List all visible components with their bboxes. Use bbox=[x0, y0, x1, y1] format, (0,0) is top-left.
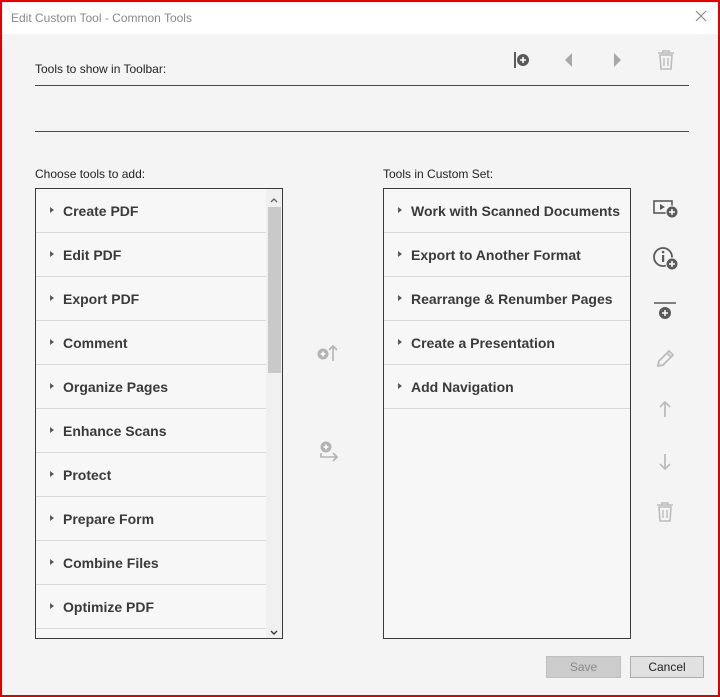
add-separator-icon[interactable] bbox=[512, 50, 532, 70]
trash-icon[interactable] bbox=[654, 500, 676, 524]
list-item[interactable]: Optimize PDF bbox=[36, 585, 266, 629]
expand-arrow-icon bbox=[50, 603, 54, 609]
move-left-icon[interactable] bbox=[562, 51, 576, 69]
list-item[interactable]: Enhance Scans bbox=[36, 409, 266, 453]
move-up-icon[interactable] bbox=[657, 399, 673, 419]
pencil-icon[interactable] bbox=[654, 348, 676, 370]
add-to-custom-set-icon[interactable] bbox=[317, 440, 341, 464]
vertical-scrollbar[interactable] bbox=[266, 189, 282, 638]
list-item[interactable]: Add Navigation bbox=[384, 365, 630, 409]
toolbar-section-label: Tools to show in Toolbar: bbox=[35, 62, 167, 76]
save-button[interactable]: Save bbox=[546, 656, 621, 678]
expand-arrow-icon bbox=[50, 295, 54, 301]
scroll-down-icon[interactable] bbox=[269, 624, 279, 635]
toolbar-drop-area[interactable] bbox=[35, 85, 689, 132]
list-item[interactable]: Work with Scanned Documents bbox=[384, 189, 630, 233]
expand-arrow-icon bbox=[50, 207, 54, 213]
expand-arrow-icon bbox=[50, 339, 54, 345]
custom-set-label: Tools in Custom Set: bbox=[383, 167, 494, 181]
expand-arrow-icon bbox=[50, 471, 54, 477]
list-item[interactable]: Create a Presentation bbox=[384, 321, 630, 365]
list-item[interactable]: Prepare Form bbox=[36, 497, 266, 541]
list-item[interactable]: Rearrange & Renumber Pages bbox=[384, 277, 630, 321]
expand-arrow-icon bbox=[398, 339, 402, 345]
list-item[interactable]: Export PDF bbox=[36, 277, 266, 321]
list-item[interactable]: Create PDF bbox=[36, 189, 266, 233]
add-divider-icon[interactable] bbox=[653, 300, 677, 322]
move-right-icon[interactable] bbox=[610, 51, 624, 69]
scroll-thumb[interactable] bbox=[268, 207, 281, 373]
list-item[interactable]: Comment bbox=[36, 321, 266, 365]
expand-arrow-icon bbox=[398, 251, 402, 257]
expand-arrow-icon bbox=[398, 383, 402, 389]
list-item[interactable]: Export to Another Format bbox=[384, 233, 630, 277]
expand-arrow-icon bbox=[50, 515, 54, 521]
expand-arrow-icon bbox=[50, 559, 54, 565]
close-icon[interactable] bbox=[692, 7, 710, 25]
scroll-up-icon[interactable] bbox=[269, 193, 279, 203]
title-bar: Edit Custom Tool - Common Tools bbox=[2, 2, 718, 34]
available-tools-list[interactable]: Create PDF Edit PDF Export PDF Comment O… bbox=[35, 188, 283, 639]
expand-arrow-icon bbox=[398, 207, 402, 213]
add-tool-icon[interactable] bbox=[652, 197, 680, 221]
cancel-button[interactable]: Cancel bbox=[630, 656, 704, 678]
choose-tools-label: Choose tools to add: bbox=[35, 167, 146, 181]
move-down-icon[interactable] bbox=[657, 452, 673, 472]
add-info-icon[interactable] bbox=[652, 246, 680, 272]
expand-arrow-icon bbox=[50, 383, 54, 389]
window-title: Edit Custom Tool - Common Tools bbox=[11, 11, 192, 25]
list-item[interactable]: Protect bbox=[36, 453, 266, 497]
add-to-toolbar-icon[interactable] bbox=[316, 342, 340, 364]
list-item[interactable]: Organize Pages bbox=[36, 365, 266, 409]
expand-arrow-icon bbox=[398, 295, 402, 301]
list-item[interactable]: Combine Files bbox=[36, 541, 266, 585]
trash-icon[interactable] bbox=[655, 48, 677, 72]
expand-arrow-icon bbox=[50, 251, 54, 257]
list-item[interactable]: Edit PDF bbox=[36, 233, 266, 277]
expand-arrow-icon bbox=[50, 427, 54, 433]
custom-set-list[interactable]: Work with Scanned Documents Export to An… bbox=[383, 188, 631, 639]
